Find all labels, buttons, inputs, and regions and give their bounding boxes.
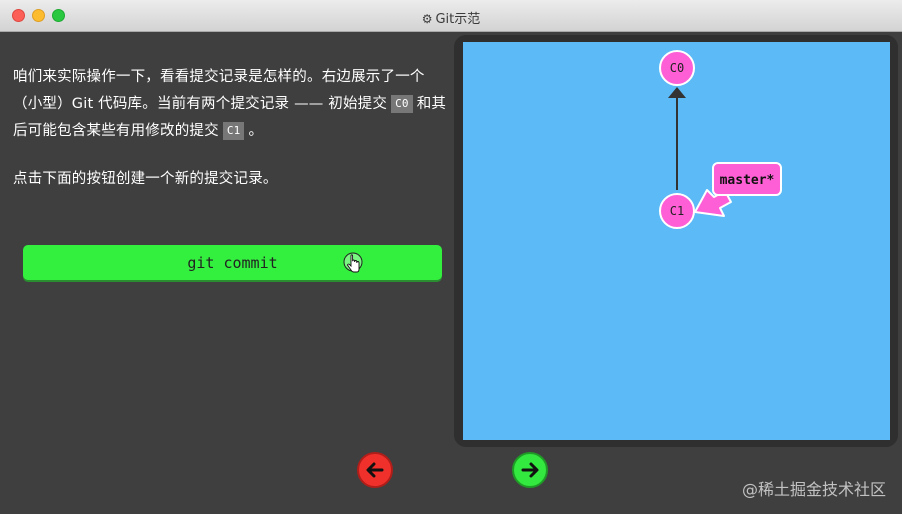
commit-chip-c0: C0 — [391, 95, 413, 113]
window-title: Git示范 — [435, 12, 481, 27]
watermark: @稀土掘金技术社区 — [741, 480, 886, 499]
git-commit-button[interactable]: git commit — [23, 245, 442, 280]
gear-icon: ⚙ — [421, 12, 433, 26]
commit-node-c1[interactable]: C1 — [659, 193, 695, 229]
commit-edge-arrowhead — [668, 87, 686, 98]
instruction-text-part3: 。 — [248, 123, 264, 139]
hand-pointer-cursor-icon — [343, 252, 363, 273]
instruction-paragraph-1: 咱们来实际操作一下，看看提交记录是怎样的。右边展示了一个（小型）Git 代码库。… — [13, 64, 453, 145]
next-level-button[interactable] — [512, 452, 548, 488]
arrow-left-icon — [366, 462, 384, 478]
branch-master[interactable]: master* — [694, 162, 782, 217]
git-graph-svg: C0 C1 master* — [659, 50, 782, 229]
previous-level-button[interactable] — [357, 452, 393, 488]
window-titlebar: ⚙ Git示范 — [0, 0, 902, 32]
arrow-right-icon — [521, 462, 539, 478]
commit-label-c0: C0 — [670, 61, 684, 75]
instruction-text: 咱们来实际操作一下，看看提交记录是怎样的。右边展示了一个（小型）Git 代码库。… — [13, 64, 453, 193]
git-graph-canvas: C0 C1 master* — [463, 42, 890, 440]
branch-label-master: master* — [720, 173, 775, 188]
instruction-paragraph-2: 点击下面的按钮创建一个新的提交记录。 — [13, 171, 278, 187]
commit-chip-c1: C1 — [222, 122, 245, 140]
commit-label-c1: C1 — [670, 204, 684, 218]
instruction-text-part1: 咱们来实际操作一下，看看提交记录是怎样的。右边展示了一个（小型）Git 代码库。… — [13, 69, 425, 112]
window-title-wrap: ⚙ Git示范 — [0, 8, 902, 27]
commit-node-c0[interactable]: C0 — [659, 50, 695, 86]
